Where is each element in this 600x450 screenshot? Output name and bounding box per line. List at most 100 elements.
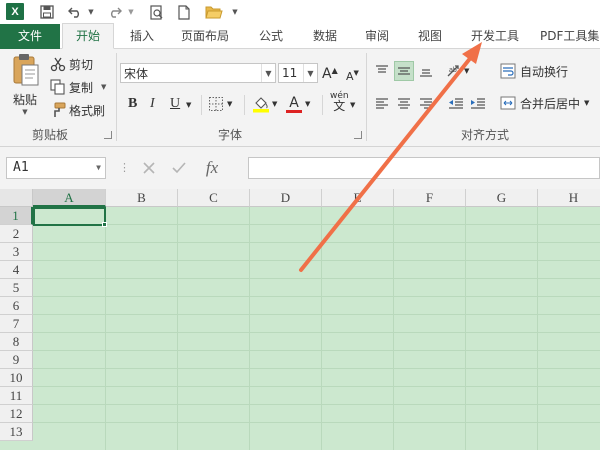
gridline — [249, 207, 250, 450]
select-all-corner[interactable] — [0, 189, 33, 207]
underline-button[interactable]: U — [170, 94, 180, 114]
paste-button[interactable]: 粘贴 ▼ — [6, 53, 44, 123]
worksheet-grid[interactable]: A B C D E F G H 1 2 3 4 5 6 7 8 9 10 11 … — [0, 189, 600, 450]
gridline — [33, 368, 600, 369]
underline-dropdown-icon[interactable]: ▼ — [186, 97, 191, 113]
row-header-2[interactable]: 2 — [0, 225, 33, 243]
column-header-c[interactable]: C — [178, 189, 250, 207]
row-header-8[interactable]: 8 — [0, 333, 33, 351]
print-preview-icon[interactable] — [148, 2, 166, 22]
tab-insert[interactable]: 插入 — [118, 24, 166, 49]
name-box-dropdown-icon[interactable]: ▼ — [96, 158, 101, 178]
fill-handle[interactable] — [102, 222, 107, 227]
tab-page-layout[interactable]: 页面布局 — [172, 24, 238, 49]
row-header-3[interactable]: 3 — [0, 243, 33, 261]
borders-dropdown-icon[interactable]: ▼ — [227, 100, 232, 108]
column-header-f[interactable]: F — [394, 189, 466, 207]
align-middle-button[interactable] — [394, 61, 414, 81]
align-top-button[interactable] — [372, 61, 392, 81]
decrease-indent-button[interactable] — [446, 93, 466, 113]
tab-formulas[interactable]: 公式 — [248, 24, 294, 49]
active-cell[interactable] — [33, 207, 106, 226]
increase-indent-icon — [470, 96, 486, 110]
row-header-1[interactable]: 1 — [0, 207, 33, 225]
increase-font-size-button[interactable]: A ▲ — [322, 64, 338, 84]
tab-home[interactable]: 开始 — [62, 23, 114, 49]
bold-button[interactable]: B — [128, 94, 144, 114]
row-header-9[interactable]: 9 — [0, 351, 33, 369]
tab-view[interactable]: 视图 — [407, 24, 453, 49]
open-folder-icon[interactable] — [203, 2, 225, 22]
save-icon[interactable] — [38, 2, 56, 22]
align-center-button[interactable] — [394, 93, 414, 113]
font-size-select[interactable]: 11 ▼ — [278, 63, 318, 83]
row-header-11[interactable]: 11 — [0, 387, 33, 405]
row-header-12[interactable]: 12 — [0, 405, 33, 423]
italic-button[interactable]: I — [150, 94, 164, 114]
row-header-6[interactable]: 6 — [0, 297, 33, 315]
tab-pdf-tools[interactable]: PDF工具集 — [540, 24, 600, 49]
tab-data[interactable]: 数据 — [302, 24, 348, 49]
redo-dropdown-icon[interactable]: ▼ — [126, 2, 136, 22]
copy-button[interactable]: 复制 ▼ — [50, 77, 106, 97]
confirm-entry-icon[interactable] — [164, 161, 194, 175]
gridline — [33, 332, 600, 333]
column-header-g[interactable]: G — [466, 189, 538, 207]
tab-review[interactable]: 审阅 — [354, 24, 400, 49]
align-bottom-button[interactable] — [416, 61, 436, 81]
group-separator — [244, 95, 245, 115]
orientation-dropdown-icon[interactable]: ▼ — [464, 67, 469, 75]
phonetic-dropdown-icon[interactable]: ▼ — [350, 97, 355, 113]
row-header-4[interactable]: 4 — [0, 261, 33, 279]
merge-center-button[interactable]: 合并后居中 ▼ — [500, 93, 589, 113]
row-header-7[interactable]: 7 — [0, 315, 33, 333]
row-header-5[interactable]: 5 — [0, 279, 33, 297]
cancel-entry-icon[interactable] — [134, 161, 164, 175]
name-box[interactable]: A1 ▼ — [6, 157, 106, 179]
column-header-d[interactable]: D — [250, 189, 322, 207]
increase-indent-button[interactable] — [468, 93, 488, 113]
borders-button[interactable]: ▼ — [208, 94, 232, 114]
clipboard-launcher-icon[interactable] — [104, 131, 112, 139]
font-name-select[interactable]: 宋体 ▼ — [120, 63, 276, 83]
merge-center-dropdown-icon[interactable]: ▼ — [584, 99, 589, 107]
fill-color-dropdown-icon[interactable]: ▼ — [272, 100, 277, 108]
decrease-font-size-button[interactable]: A ▼ — [346, 66, 359, 86]
column-header-b[interactable]: B — [106, 189, 178, 207]
font-color-dropdown-icon[interactable]: ▼ — [305, 100, 310, 108]
wrap-text-button[interactable]: 自动换行 — [500, 61, 568, 81]
customize-toolbar-icon[interactable]: ▼ — [230, 2, 240, 22]
font-color-icon: A — [286, 96, 302, 113]
align-left-button[interactable] — [372, 93, 392, 113]
undo-dropdown-icon[interactable]: ▼ — [86, 2, 96, 22]
tab-developer[interactable]: 开发工具 — [462, 24, 528, 49]
new-document-icon[interactable] — [175, 2, 193, 22]
format-painter-button[interactable]: 格式刷 — [50, 100, 105, 120]
font-color-button[interactable]: A ▼ — [286, 93, 310, 115]
tab-file[interactable]: 文件 — [0, 24, 60, 49]
font-size-dropdown-icon[interactable]: ▼ — [303, 64, 317, 82]
italic-label: I — [150, 96, 155, 111]
align-bottom-icon — [419, 64, 433, 78]
font-launcher-icon[interactable] — [354, 131, 362, 139]
align-right-button[interactable] — [416, 93, 436, 113]
redo-icon[interactable] — [106, 2, 124, 22]
fill-color-button[interactable]: ▼ — [252, 93, 277, 115]
paste-dropdown-icon[interactable]: ▼ — [22, 108, 27, 116]
column-header-h[interactable]: H — [538, 189, 600, 207]
row-header-10[interactable]: 10 — [0, 369, 33, 387]
name-box-value: A1 — [13, 160, 29, 175]
insert-function-button[interactable]: fx — [194, 158, 230, 178]
column-header-e[interactable]: E — [322, 189, 394, 207]
cut-button[interactable]: 剪切 — [50, 54, 93, 74]
copy-dropdown-icon[interactable]: ▼ — [101, 83, 106, 91]
column-header-a[interactable]: A — [33, 189, 106, 207]
phonetic-guide-button[interactable]: wén 文 — [330, 91, 349, 117]
orientation-button[interactable]: ab ▼ — [446, 61, 469, 81]
formula-bar-grip-icon: ⋮ — [119, 161, 130, 174]
wrap-text-label: 自动换行 — [520, 64, 569, 79]
undo-icon[interactable] — [66, 2, 84, 22]
font-name-dropdown-icon[interactable]: ▼ — [261, 64, 275, 82]
formula-input[interactable] — [248, 157, 600, 179]
row-header-13[interactable]: 13 — [0, 423, 33, 441]
